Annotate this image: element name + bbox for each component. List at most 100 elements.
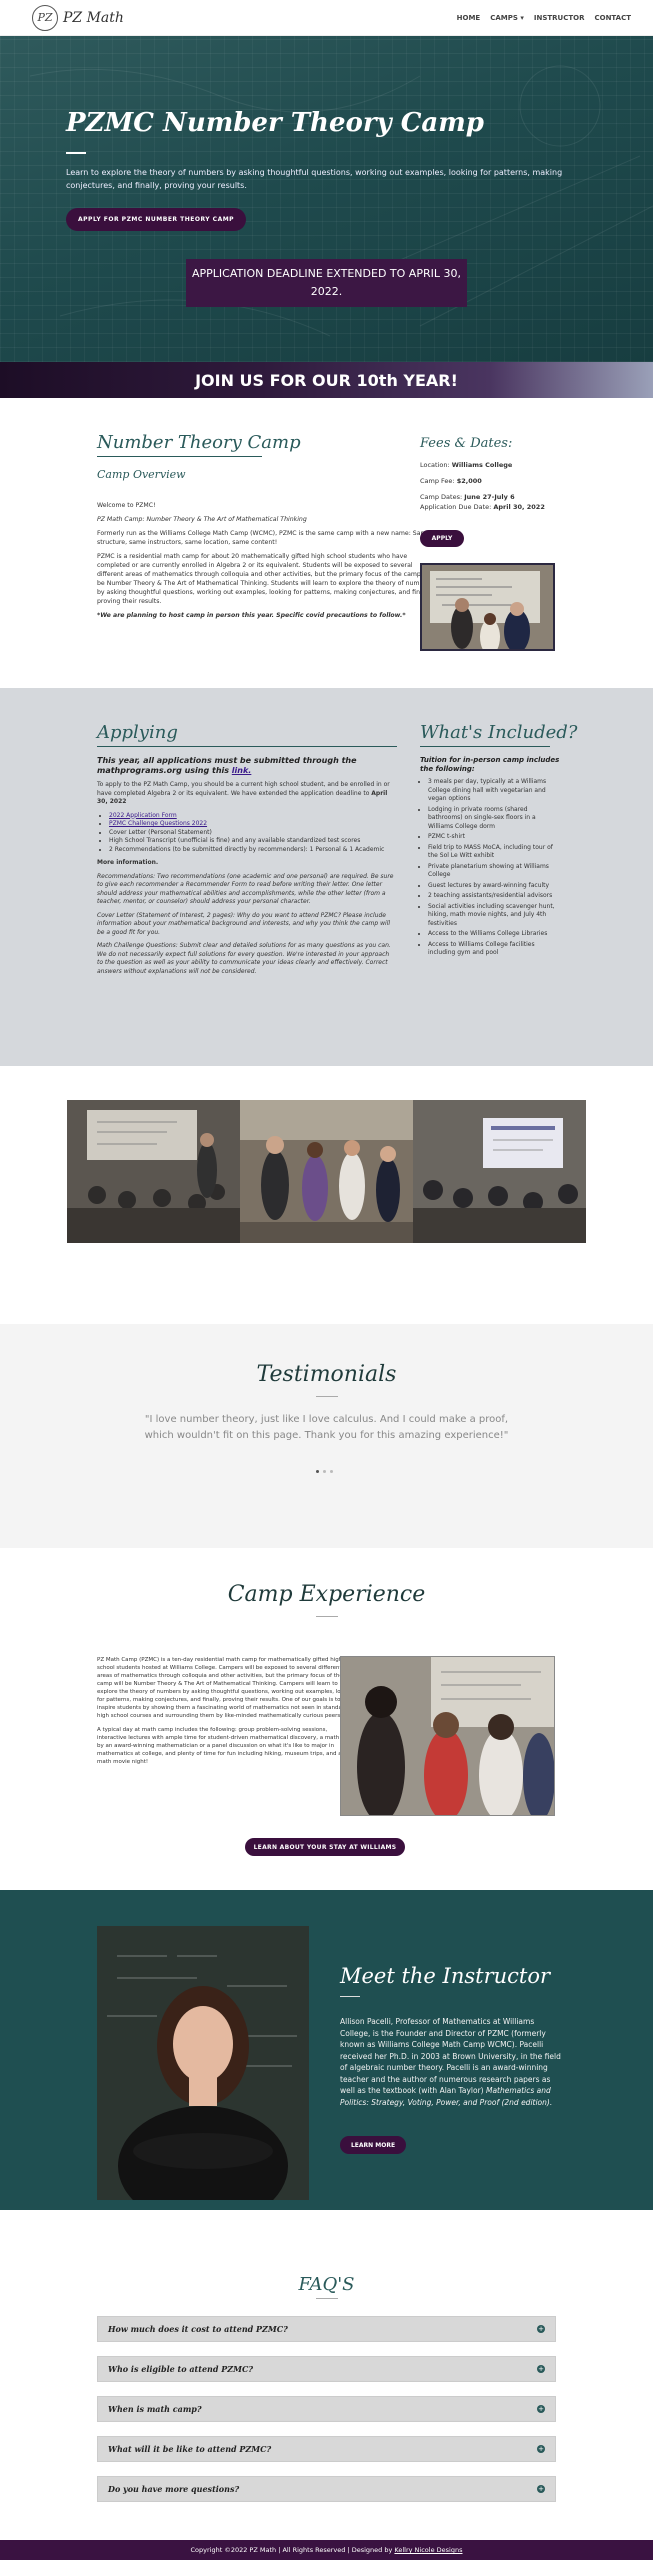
main-nav: HOME CAMPS ▾ INSTRUCTOR CONTACT <box>457 14 631 22</box>
challenge-questions-text: Math Challenge Questions: Submit clear a… <box>97 942 391 975</box>
title-underline <box>316 1616 338 1617</box>
hero-chalk-formulas <box>29 65 653 337</box>
apply-button[interactable]: APPLY <box>420 530 464 547</box>
list-item: Guest lectures by award-winning faculty <box>428 882 560 891</box>
cover-letter-text: Cover Letter (Statement of Interest, 2 p… <box>97 911 391 936</box>
more-info-heading: More information. <box>97 859 159 866</box>
nav-instructor[interactable]: INSTRUCTOR <box>534 14 585 22</box>
title-underline <box>340 1996 360 1997</box>
overview-body: Welcome to PZMC! PZ Math Camp: Number Th… <box>97 501 437 625</box>
fee-dates: Camp Dates: June 27-July 6 <box>420 493 515 501</box>
group-activity-photo <box>240 1100 413 1243</box>
list-item: 3 meals per day, typically at a Williams… <box>428 778 560 804</box>
carousel-dot[interactable] <box>323 1470 326 1473</box>
fees-title: Fees & Dates: <box>420 436 513 451</box>
faq-item-eligible[interactable]: Who is eligible to attend PZMC? + <box>97 2356 556 2382</box>
camp-paragraph-2: A typical day at math camp includes the … <box>97 1727 352 1765</box>
title-underline <box>316 1396 338 1397</box>
instructor-bio: Allison Pacelli, Professor of Mathematic… <box>340 2017 561 2107</box>
apply-camp-button[interactable]: APPLY FOR PZMC NUMBER THEORY CAMP <box>66 208 247 231</box>
faq-title: FAQ'S <box>298 2274 355 2295</box>
mathprograms-link[interactable]: link. <box>232 766 252 775</box>
overview-paragraph-1: Formerly run as the Williams College Mat… <box>97 530 431 546</box>
camp-subtitle: PZ Math Camp: Number Theory & The Art of… <box>97 516 307 523</box>
deadline-notice: APPLICATION DEADLINE EXTENDED TO APRIL 3… <box>186 259 467 307</box>
faq-item-when[interactable]: When is math camp? + <box>97 2396 556 2422</box>
logo-text[interactable]: PZ Math <box>63 10 124 26</box>
hero-title: PZMC Number Theory Camp <box>66 108 484 138</box>
students-photo <box>340 1656 555 1816</box>
camp-experience-body: PZ Math Camp (PZMC) is a ten-day residen… <box>97 1656 357 1772</box>
fee-amount: Camp Fee: $2,000 <box>420 477 482 485</box>
classroom-lecture-photo <box>413 1100 586 1243</box>
expand-icon[interactable]: + <box>537 2485 545 2493</box>
expand-icon[interactable]: + <box>537 2445 545 2453</box>
applying-lead: This year, all applications must be subm… <box>97 756 357 775</box>
faq-item-what-like[interactable]: What will it be like to attend PZMC? + <box>97 2436 556 2462</box>
title-underline <box>316 2298 338 2299</box>
title-underline <box>97 456 262 457</box>
list-item: Cover Letter (Personal Statement) <box>109 829 397 838</box>
recommendations-text: Recommendations: Two recommendations (on… <box>97 872 394 906</box>
nav-camps-label: CAMPS <box>490 13 518 22</box>
classroom-photo-art <box>422 565 553 649</box>
tenth-year-banner: JOIN US FOR OUR 10th YEAR! <box>0 362 653 398</box>
hero-divider <box>66 152 86 154</box>
list-item[interactable]: 2022 Application Form <box>109 812 397 821</box>
camp-paragraph-1: PZ Math Camp (PZMC) is a ten-day residen… <box>97 1657 356 1719</box>
copyright-text: Copyright ©2022 PZ Math | All Rights Res… <box>190 2546 393 2554</box>
learn-more-button[interactable]: LEARN MORE <box>340 2136 406 2154</box>
overview-paragraph-2: PZMC is a residential math camp for abou… <box>97 553 434 605</box>
expand-icon[interactable]: + <box>537 2365 545 2373</box>
title-underline <box>97 746 397 747</box>
photo-strip <box>0 1066 653 1324</box>
learn-about-stay-button[interactable]: LEARN ABOUT YOUR STAY AT WILLIAMS <box>245 1838 405 1856</box>
chevron-down-icon: ▾ <box>520 13 524 22</box>
faq-item-cost[interactable]: How much does it cost to attend PZMC? + <box>97 2316 556 2342</box>
list-item[interactable]: PZMC Challenge Questions 2022 <box>109 820 397 829</box>
lecture-hall-photo <box>67 1100 240 1243</box>
hero-section: PZMC Number Theory Camp Learn to explore… <box>0 36 653 362</box>
welcome-text: Welcome to PZMC! <box>97 502 156 509</box>
fees-list: Location: Williams College Camp Fee: $2,… <box>420 460 545 518</box>
list-item: Lodging in private rooms (shared bathroo… <box>428 806 560 832</box>
applying-section: Applying This year, all applications mus… <box>0 688 653 1066</box>
list-item: Field trip to MASS MoCA, including tour … <box>428 844 560 861</box>
included-title: What's Included? <box>420 722 578 743</box>
testimonials-title: Testimonials <box>256 1362 397 1387</box>
camp-experience-section: Camp Experience PZ Math Camp (PZMC) is a… <box>0 1548 653 1890</box>
nav-contact[interactable]: CONTACT <box>594 14 631 22</box>
instructor-photo <box>97 1926 309 2200</box>
list-item: Access to Williams College facilities in… <box>428 941 560 958</box>
logo-mark: PZ <box>37 11 53 24</box>
carousel-dots <box>316 1470 333 1473</box>
overview-heading: Camp Overview <box>97 468 186 481</box>
camp-experience-title: Camp Experience <box>227 1582 426 1607</box>
instructor-title: Meet the Instructor <box>340 1964 551 1988</box>
logo-icon[interactable]: PZ <box>32 4 58 31</box>
title-underline <box>420 746 550 747</box>
expand-icon[interactable]: + <box>537 2325 545 2333</box>
applying-title: Applying <box>97 722 178 743</box>
faq-item-more-questions[interactable]: Do you have more questions? + <box>97 2476 556 2502</box>
faq-section: FAQ'S How much does it cost to attend PZ… <box>0 2210 653 2540</box>
applying-body: This year, all applications must be subm… <box>97 756 397 981</box>
classroom-photo <box>420 563 555 651</box>
nav-camps[interactable]: CAMPS ▾ <box>490 14 524 22</box>
instructor-section: Meet the Instructor Allison Pacelli, Pro… <box>0 1890 653 2210</box>
requirements-list: 2022 Application Form PZMC Challenge Que… <box>109 812 397 855</box>
nav-home[interactable]: HOME <box>457 14 481 22</box>
carousel-dot[interactable] <box>316 1470 319 1473</box>
overview-section: Number Theory Camp Camp Overview Welcome… <box>0 398 653 688</box>
site-footer: Copyright ©2022 PZ Math | All Rights Res… <box>0 2540 653 2560</box>
list-item: PZMC t-shirt <box>428 833 560 842</box>
list-item: Social activities including scavenger hu… <box>428 903 560 929</box>
included-list: 3 meals per day, typically at a Williams… <box>420 778 560 960</box>
carousel-dot[interactable] <box>330 1470 333 1473</box>
expand-icon[interactable]: + <box>537 2405 545 2413</box>
covid-note: *We are planning to host camp in person … <box>97 612 406 619</box>
list-item: 2 teaching assistants/residential adviso… <box>428 892 560 901</box>
list-item: High School Transcript (unofficial is fi… <box>109 837 397 846</box>
fee-due-date: Application Due Date: April 30, 2022 <box>420 503 545 511</box>
designer-link[interactable]: Kellry Nicole Designs <box>394 2546 462 2554</box>
